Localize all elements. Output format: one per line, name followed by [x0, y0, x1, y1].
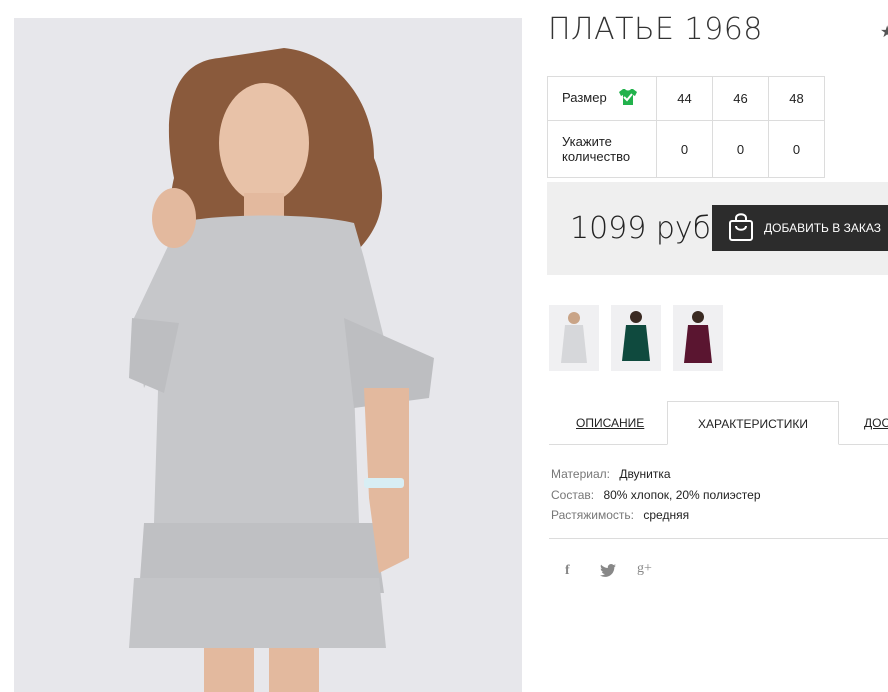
size-label-cell: Размер: [547, 76, 657, 121]
spec-row: Материал: Двунитка: [551, 464, 761, 485]
spec-key: Растяжимость:: [551, 508, 635, 522]
quantity-label-cell: Укажите количество: [547, 120, 657, 178]
product-main-photo[interactable]: [14, 18, 522, 692]
tab-delivery[interactable]: ДОСТАВКА: [864, 401, 888, 445]
size-option-48[interactable]: 48: [768, 76, 825, 121]
star-icon[interactable]: ★: [880, 22, 888, 42]
quantity-label-line1: Укажите: [562, 134, 612, 149]
quantity-input-44[interactable]: 0: [656, 120, 713, 178]
specs-list: Материал: Двунитка Состав: 80% хлопок, 2…: [551, 464, 761, 526]
twitter-icon[interactable]: [600, 564, 616, 580]
size-option-46[interactable]: 46: [712, 76, 769, 121]
shopping-bag-icon: [728, 212, 754, 245]
thumbnail-grey[interactable]: [549, 305, 599, 371]
spec-value: средняя: [643, 508, 690, 522]
spec-key: Состав:: [551, 487, 595, 502]
google-plus-icon[interactable]: g+: [637, 561, 652, 577]
facebook-icon[interactable]: f: [565, 563, 570, 579]
size-quantity-table: Размер 44 46 48 Укажите количество 0 0 0: [547, 76, 825, 178]
section-divider: [549, 538, 888, 539]
price-panel: 1099 руб ДОБАВИТЬ В ЗАКАЗ: [547, 182, 888, 275]
spec-row: Растяжимость: средняя: [551, 505, 761, 526]
quantity-input-46[interactable]: 0: [712, 120, 769, 178]
thumbnail-green[interactable]: [611, 305, 661, 371]
spec-value: 80% хлопок, 20% полиэстер: [603, 487, 761, 502]
size-label: Размер: [562, 89, 607, 105]
tab-description[interactable]: ОПИСАНИЕ: [576, 401, 644, 445]
product-tabs: ОПИСАНИЕ ХАРАКТЕРИСТИКИ ДОСТАВКА: [549, 401, 888, 445]
spec-value: Двунитка: [619, 467, 671, 481]
spec-row: Состав: 80% хлопок, 20% полиэстер: [551, 485, 761, 506]
quantity-input-48[interactable]: 0: [768, 120, 825, 178]
product-title: ПЛАТЬЕ 1968: [548, 12, 763, 47]
spec-key: Материал:: [551, 467, 610, 481]
add-to-cart-button[interactable]: ДОБАВИТЬ В ЗАКАЗ: [712, 205, 888, 251]
quantity-label-line2: количество: [562, 149, 631, 164]
size-option-44[interactable]: 44: [656, 76, 713, 121]
shirt-check-icon: [618, 88, 638, 109]
add-to-cart-label: ДОБАВИТЬ В ЗАКАЗ: [764, 221, 881, 235]
price: 1099 руб: [570, 211, 712, 246]
tab-characteristics[interactable]: ХАРАКТЕРИСТИКИ: [667, 401, 839, 445]
thumbnail-burgundy[interactable]: [673, 305, 723, 371]
